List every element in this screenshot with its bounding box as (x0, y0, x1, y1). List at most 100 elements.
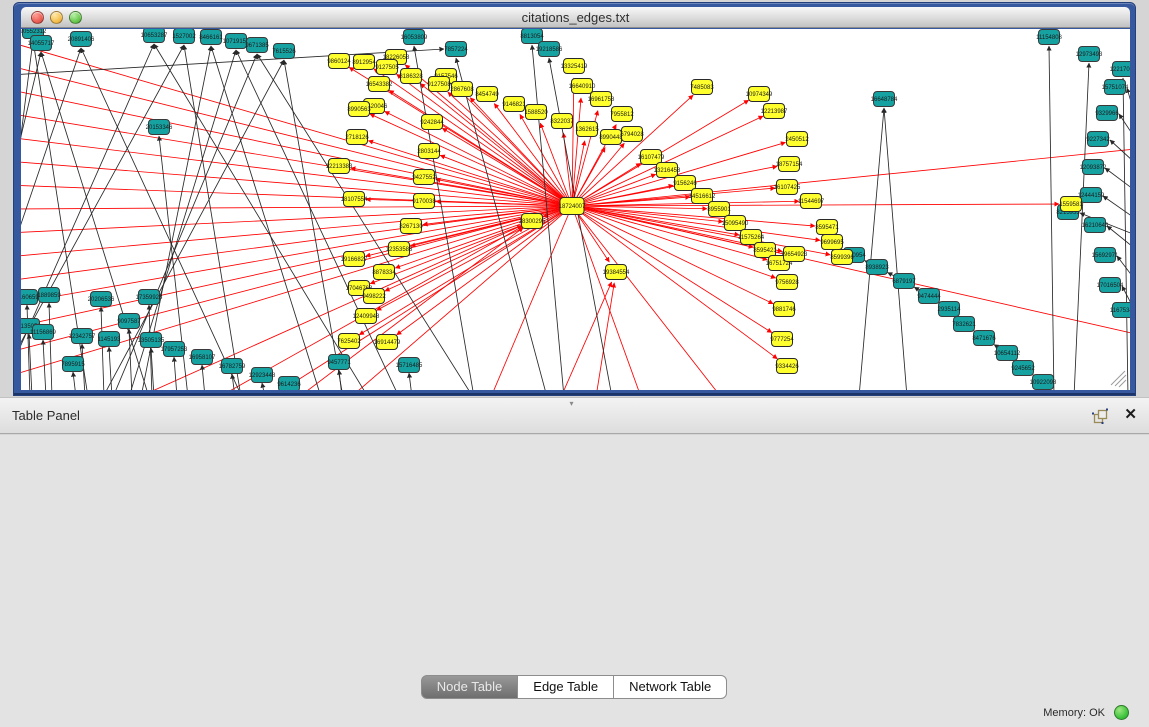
graph-node[interactable]: 7615526 (272, 44, 296, 59)
graph-node[interactable]: 9097587 (117, 314, 141, 329)
graph-node[interactable]: 20206536 (88, 292, 115, 307)
graph-node[interactable]: 10922098 (1030, 375, 1057, 390)
minimize-window-button[interactable] (50, 11, 63, 24)
graph-node[interactable]: 18300295 (519, 214, 546, 229)
graph-node[interactable]: 6794028 (620, 127, 644, 142)
graph-node[interactable]: 1362615 (575, 122, 599, 137)
close-window-button[interactable] (31, 11, 44, 24)
graph-node[interactable]: 9245652 (1011, 361, 1035, 376)
graph-node[interactable]: 1559581 (1059, 197, 1083, 212)
graph-node[interactable]: 19166827 (341, 252, 368, 267)
graph-node[interactable]: 18107554 (341, 192, 368, 207)
graph-node[interactable]: 10974349 (746, 87, 773, 102)
graph-node[interactable]: 9614236 (277, 377, 301, 391)
memory-status-indicator[interactable] (1114, 705, 1129, 720)
graph-node[interactable]: 12213383 (326, 159, 353, 174)
graph-node[interactable]: 8466161 (199, 30, 223, 45)
graph-node[interactable]: 16961758 (588, 92, 615, 107)
graph-node[interactable]: 12409948 (353, 309, 380, 324)
graph-node[interactable]: 17359928 (136, 290, 163, 305)
graph-node[interactable]: 13505135 (138, 333, 165, 348)
graph-node[interactable]: 20153346 (146, 120, 173, 135)
graph-node[interactable]: 15095490 (722, 216, 749, 231)
graph-node[interactable]: 16958107 (189, 350, 216, 365)
panel-divider-handle[interactable]: ▾ (570, 399, 574, 408)
graph-node[interactable]: 9474444 (917, 289, 941, 304)
graph-node[interactable]: 7955812 (610, 107, 634, 122)
graph-node[interactable]: 7485083 (690, 80, 714, 95)
graph-node[interactable]: 7857224 (444, 42, 468, 57)
graph-node[interactable]: 8938923 (865, 260, 889, 275)
graph-node[interactable]: 8599396 (830, 250, 854, 265)
graph-node[interactable]: 17957253 (161, 342, 188, 357)
graph-node[interactable]: 12093872 (1080, 160, 1107, 175)
graph-node[interactable]: 8471676 (972, 331, 996, 346)
graph-node[interactable]: 12213987 (761, 104, 788, 119)
graph-node[interactable]: 2718126 (345, 130, 369, 145)
graph-node[interactable]: 8595471 (815, 220, 839, 235)
graph-node[interactable]: 9146821 (502, 97, 526, 112)
graph-node[interactable]: 9127508 (427, 77, 451, 92)
graph-node[interactable]: 18757154 (776, 157, 803, 172)
graph-node[interactable]: 8878334 (372, 265, 396, 280)
graph-node[interactable]: 16053809 (401, 30, 428, 45)
graph-node[interactable]: 8186328 (399, 69, 423, 84)
graph-node[interactable]: 15751074 (1102, 80, 1129, 95)
graph-node[interactable]: 1588520 (524, 105, 548, 120)
graph-node[interactable]: 14055717 (28, 36, 55, 51)
graph-node[interactable]: 8990563 (347, 102, 371, 117)
graph-node[interactable]: 16210643 (1082, 218, 1109, 233)
graph-node[interactable]: 9756928 (775, 275, 799, 290)
graph-node[interactable]: 9329966 (1095, 106, 1119, 121)
graph-node[interactable]: 19384554 (603, 265, 630, 280)
tab-edge-table[interactable]: Edge Table (517, 675, 614, 699)
table-panel-titlebar[interactable]: ▾ Table Panel ✕ (0, 397, 1149, 434)
graph-node[interactable]: 9860124 (327, 54, 351, 69)
graph-node[interactable]: 9777254 (770, 332, 794, 347)
graph-node[interactable]: 11544697 (798, 194, 825, 209)
float-window-icon[interactable] (1091, 407, 1109, 425)
graph-node[interactable]: 8322037 (550, 114, 574, 129)
graph-node[interactable]: 13325419 (561, 59, 588, 74)
zoom-window-button[interactable] (69, 11, 82, 24)
graph-node[interactable]: 2450512 (785, 132, 809, 147)
graph-node[interactable]: 8955901 (707, 202, 731, 217)
graph-node[interactable]: 9881746 (772, 302, 796, 317)
graph-node[interactable]: 7625402 (337, 334, 361, 349)
graph-node[interactable]: 20891406 (68, 32, 95, 47)
graph-node[interactable]: 7895915 (61, 357, 85, 372)
graph-node[interactable]: 10653287 (141, 29, 168, 43)
graph-node[interactable]: 9127505 (375, 60, 399, 75)
graph-node[interactable]: 9227342 (1086, 132, 1110, 147)
graph-node[interactable]: 12923448 (249, 368, 276, 383)
tab-network-table[interactable]: Network Table (613, 675, 727, 699)
graph-node[interactable]: 2867608 (450, 82, 474, 97)
graph-node[interactable]: 15716485 (396, 358, 423, 373)
graph-node[interactable]: 19218586 (536, 42, 563, 57)
close-icon[interactable]: ✕ (1124, 405, 1137, 423)
graph-node[interactable]: 9427552 (412, 170, 436, 185)
graph-node[interactable]: 16543382 (366, 77, 393, 92)
graph-node[interactable]: 9457771 (327, 355, 351, 370)
graph-node[interactable]: 16640910 (569, 79, 596, 94)
graph-node[interactable]: 11675342 (1110, 303, 1130, 318)
graph-node[interactable]: 1527002 (172, 29, 196, 44)
graph-node[interactable]: 11154808 (1036, 30, 1062, 45)
graph-node[interactable]: 9242844 (420, 115, 444, 130)
graph-node[interactable]: 16782759 (219, 359, 246, 374)
graph-node[interactable]: 18724007 (559, 198, 586, 215)
graph-node[interactable]: 7832621 (952, 317, 976, 332)
graph-node[interactable]: 16648784 (871, 92, 898, 107)
graph-node[interactable]: 9170038 (412, 194, 436, 209)
graph-node[interactable]: 15692971 (1092, 248, 1119, 263)
tab-node-table[interactable]: Node Table (421, 675, 519, 699)
graph-node[interactable]: 6879197 (892, 274, 916, 289)
graph-node[interactable]: 12353588 (386, 242, 413, 257)
network-window-titlebar[interactable]: citations_edges.txt (21, 7, 1130, 28)
graph-node[interactable]: 9334426 (775, 359, 799, 374)
graph-node[interactable]: 2803144 (417, 144, 441, 159)
graph-node[interactable]: 8912954 (352, 55, 376, 70)
graph-node[interactable]: 1145193 (98, 332, 122, 347)
graph-node[interactable]: 12342757 (69, 329, 96, 344)
graph-node[interactable]: 11156869 (30, 325, 56, 340)
